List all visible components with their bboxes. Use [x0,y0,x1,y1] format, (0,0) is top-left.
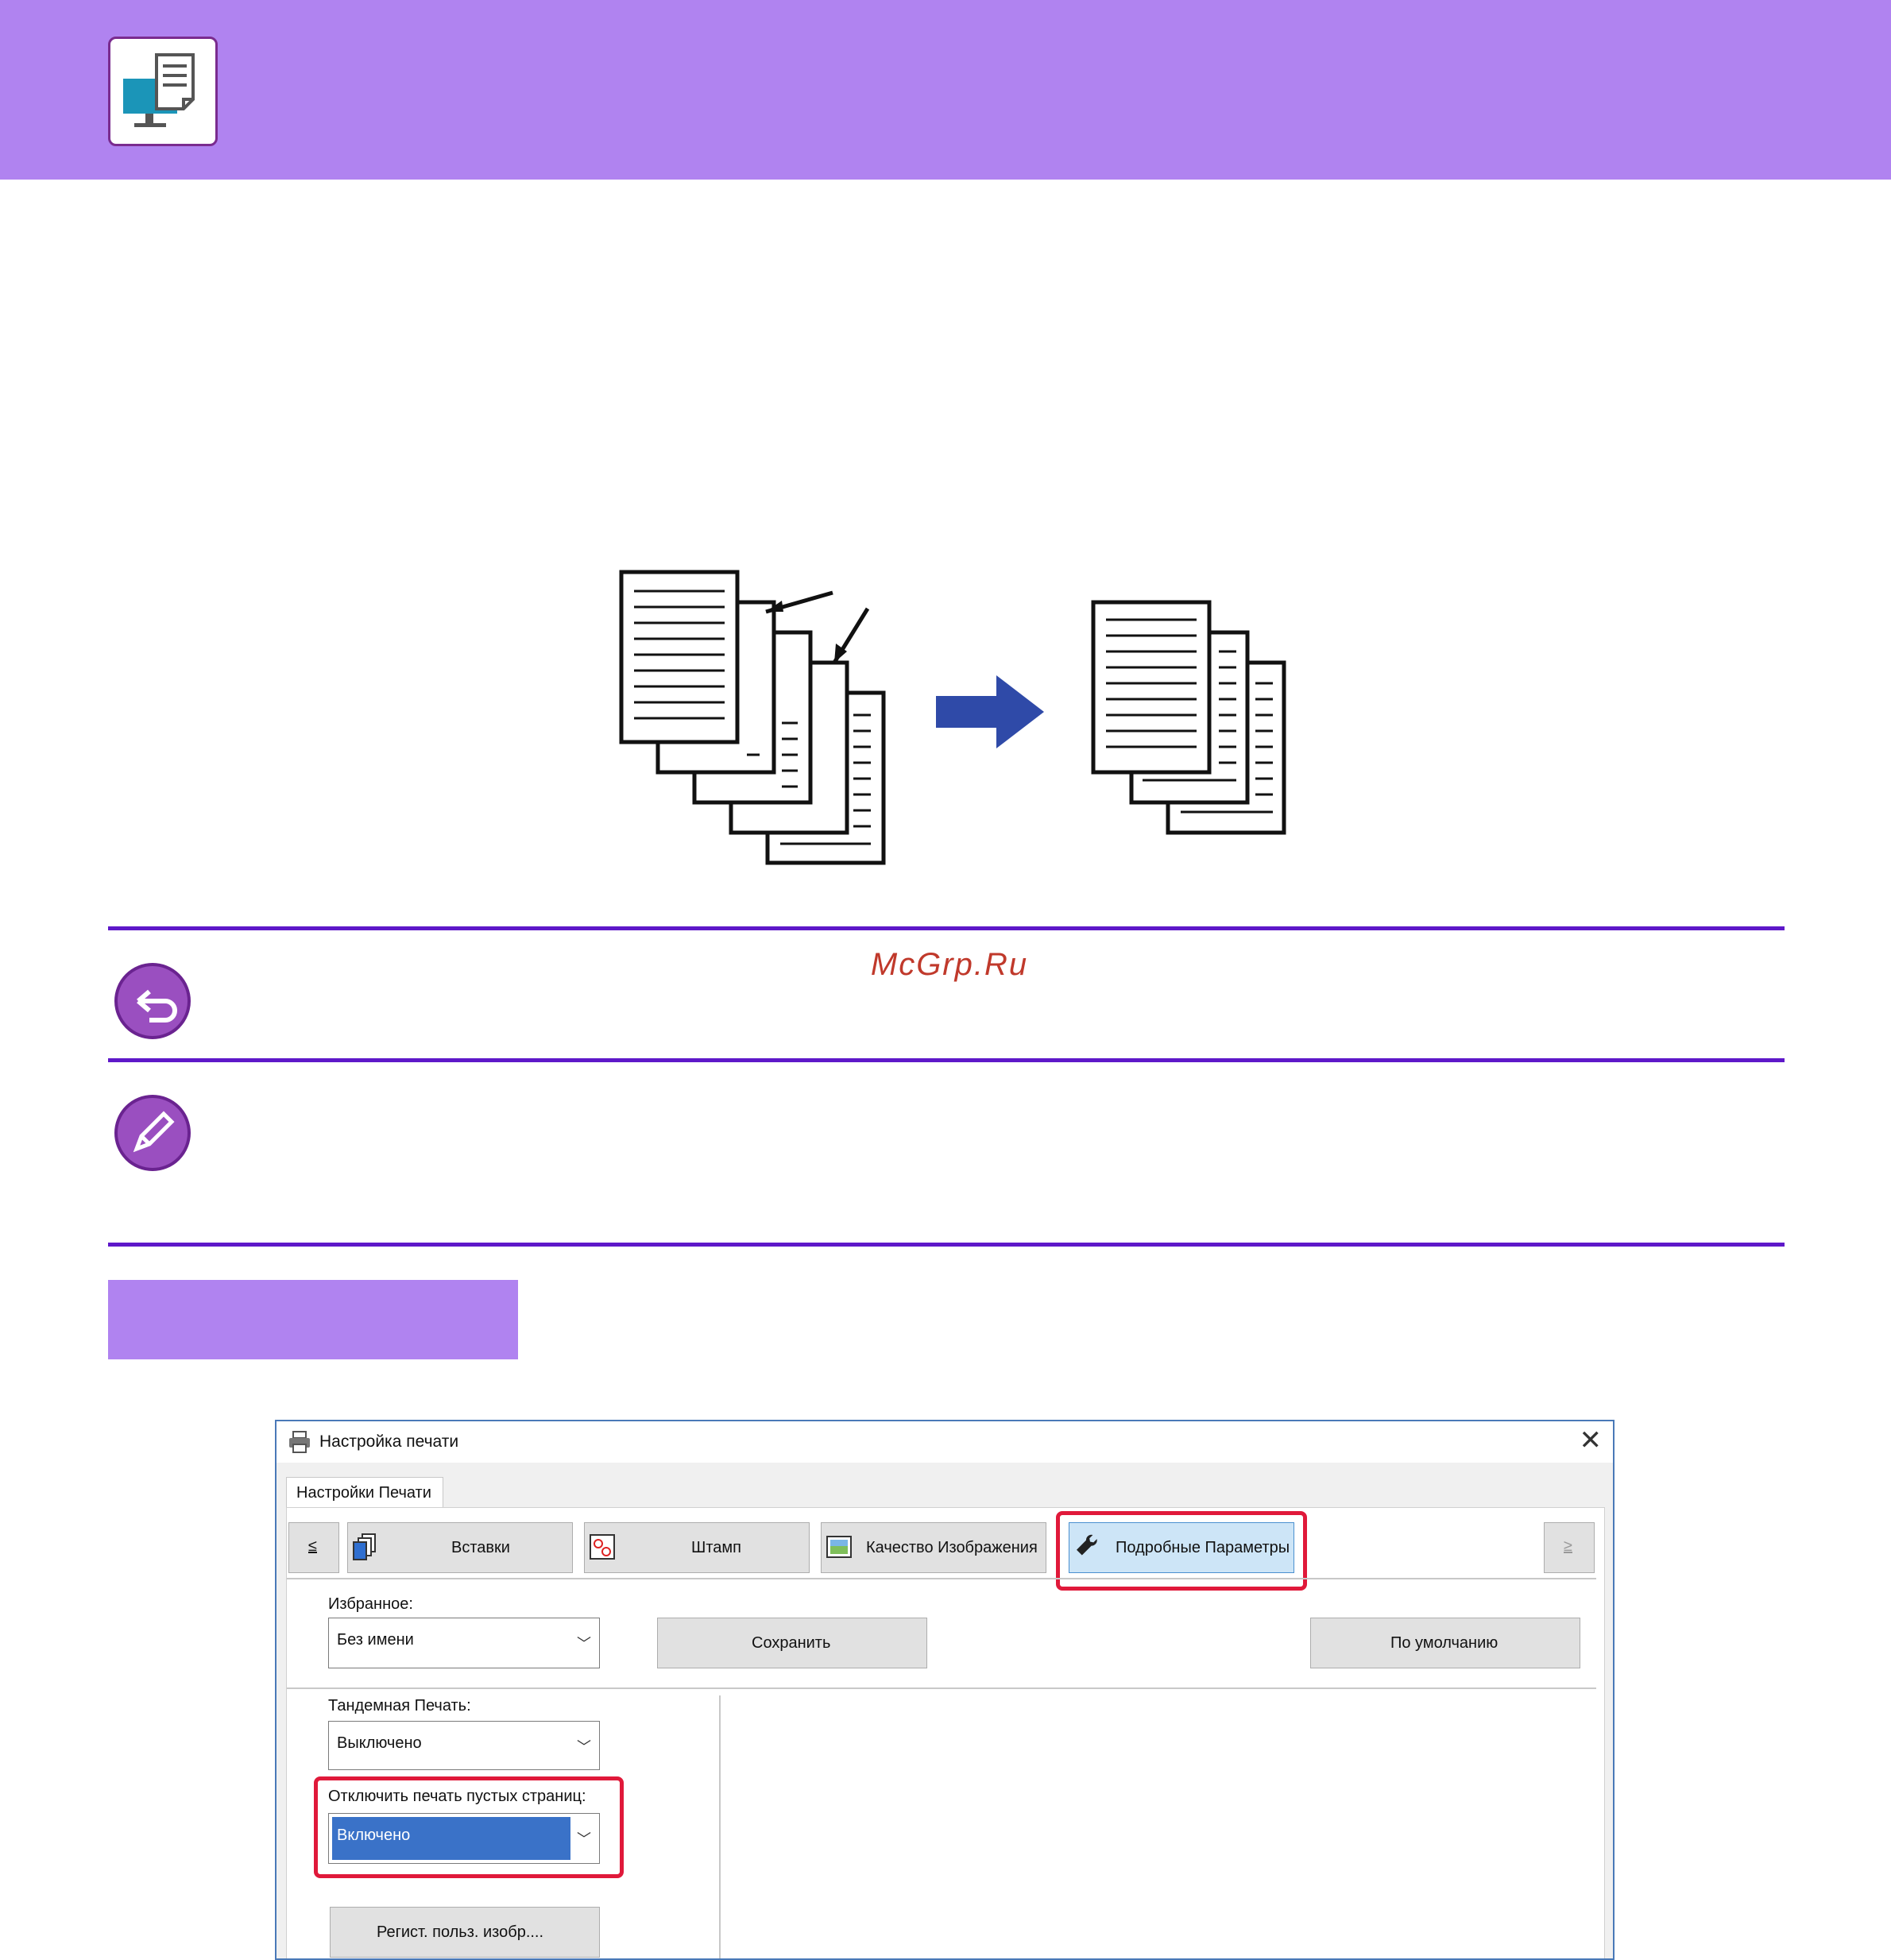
back-arrow-icon [114,963,191,1039]
image-quality-icon [826,1536,852,1558]
tandem-print-label: Тандемная Печать: [328,1697,471,1715]
pages-insert-icon [353,1533,376,1560]
register-image-button[interactable]: Регист. польз. изобр.... [330,1907,600,1958]
pencil-icon [114,1095,191,1171]
default-button[interactable]: По умолчанию [1310,1618,1580,1668]
tab-scroll-prev-button[interactable]: ≤ [288,1522,339,1573]
tab-detailed-settings-label: Подробные Параметры [1116,1539,1290,1556]
save-button[interactable]: Сохранить [657,1618,927,1668]
close-icon[interactable]: ✕ [1580,1425,1603,1456]
dialog-title: Настройка печати [319,1432,459,1451]
tab-stamp[interactable]: Штамп [584,1522,810,1573]
section-rule-bottom [108,1243,1785,1247]
tab-image-quality-label: Качество Изображения [866,1539,1038,1556]
skip-blank-pages-label: Отключить печать пустых страниц: [328,1788,586,1805]
tab-print-settings[interactable]: Настройки Печати [286,1477,443,1510]
dialog-titlebar: Настройка печати ✕ [276,1421,1613,1463]
favorites-label: Избранное: [328,1595,413,1613]
skip-blank-pages-select[interactable]: Включено ﹀ [328,1813,600,1864]
chevron-down-icon: ﹀ [577,1636,591,1652]
watermark-text: McGrp.Ru [870,947,1029,982]
section-heading-band [108,1280,518,1359]
settings-panel: ≤ Вставки Штамп Качество Изображения Под… [286,1507,1605,1958]
monitor-document-icon [108,37,218,146]
print-settings-dialog: Настройка печати ✕ Настройки Печати ≤ Вс… [275,1420,1615,1960]
tab-inserts-label: Вставки [451,1539,510,1556]
section-rule-middle [108,1058,1785,1062]
tandem-print-select[interactable]: Выключено ﹀ [328,1721,600,1770]
tab-print-settings-label: Настройки Печати [296,1484,431,1502]
header-band [0,0,1891,180]
column-divider [719,1695,721,1958]
favorites-divider [287,1687,1596,1689]
section-rule-top [108,926,1785,930]
blank-page-skip-illustration [619,570,1286,865]
stamp-icon [590,1534,615,1560]
tab-stamp-label: Штамп [691,1539,741,1556]
favorites-select[interactable]: Без имени ﹀ [328,1618,600,1668]
printer-icon [289,1431,310,1453]
tab-inserts[interactable]: Вставки [347,1522,573,1573]
tab-detailed-settings[interactable]: Подробные Параметры [1069,1522,1294,1573]
chevron-down-icon: ﹀ [577,1831,591,1847]
wrench-icon [1077,1534,1097,1556]
tab-scroll-next-button[interactable]: ≥ [1544,1522,1595,1573]
tab-row-divider [287,1578,1596,1579]
chevron-down-icon: ﹀ [577,1739,591,1755]
tab-image-quality[interactable]: Качество Изображения [821,1522,1046,1573]
